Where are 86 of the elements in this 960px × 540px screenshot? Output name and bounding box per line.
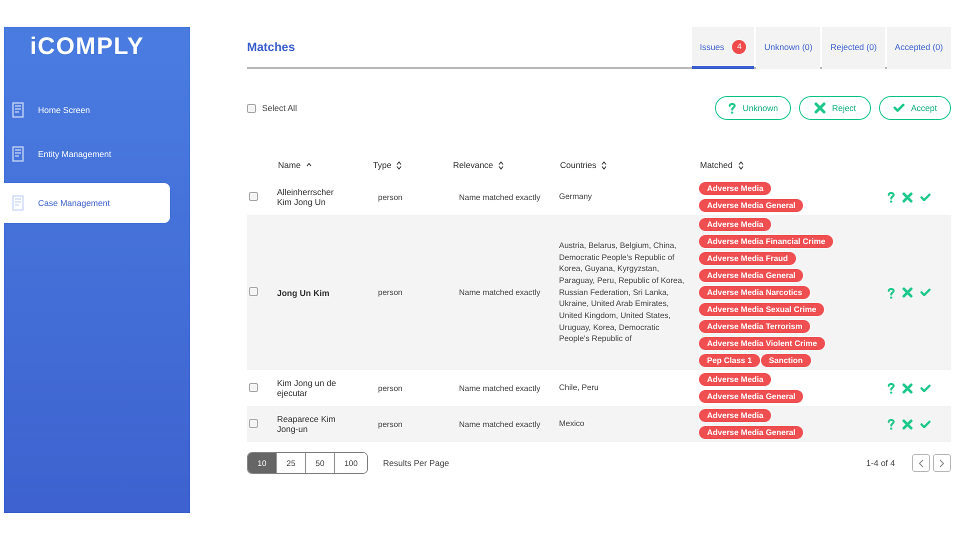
relevance-cell: Name matched exactly [459, 384, 540, 392]
match-tag: Pep Class 1 [699, 354, 760, 367]
chevron-left-icon [918, 458, 924, 468]
row-checkbox[interactable] [249, 418, 258, 428]
match-tag: Adverse Media [699, 409, 772, 422]
select-all-label: Select All [262, 103, 297, 113]
page-title: Matches [247, 40, 296, 54]
reject-button[interactable]: Reject [799, 96, 871, 120]
check-icon [893, 103, 905, 113]
logo: iCOMPLY [29, 33, 146, 62]
sort-icon[interactable] [396, 160, 402, 170]
page-size-label: Results Per Page [383, 458, 450, 468]
match-tag: Adverse Media Terrorism [699, 320, 810, 333]
name-cell-text: Alleinherrscher Kim Jong Un [277, 187, 335, 207]
close-icon [814, 102, 826, 114]
name-cell-text: Jong Un Kim [277, 288, 330, 298]
match-tag: Adverse Media Financial Crime [699, 235, 834, 248]
match-tag: Adverse Media Sexual Crime [699, 303, 824, 316]
document-icon [12, 102, 24, 118]
page-size-button[interactable]: 10 [248, 453, 277, 473]
question-icon [886, 286, 896, 298]
countries-cell-text: Mexico [559, 418, 586, 430]
question-icon [886, 191, 896, 203]
previous-page-button[interactable] [912, 454, 930, 472]
sidebar-item[interactable]: Home Screen [4, 95, 170, 125]
match-tag: Adverse Media [699, 218, 772, 231]
match-tag: Adverse Media [699, 373, 772, 386]
document-icon [12, 146, 24, 162]
close-icon [902, 382, 914, 394]
type-cell: person [378, 420, 402, 428]
match-tag: Adverse Media General [699, 390, 804, 403]
match-tag: Adverse Media General [699, 426, 804, 439]
column-header[interactable]: Name [278, 160, 301, 170]
type-cell: person [378, 288, 402, 297]
document-icon [12, 195, 24, 211]
countries-cell-text: Germany [559, 191, 593, 203]
sort-icon[interactable] [498, 160, 504, 170]
sort-icon[interactable] [601, 160, 608, 170]
relevance-cell: Name matched exactly [459, 420, 540, 428]
sort-icon[interactable] [738, 160, 744, 170]
match-tag: Adverse Media [699, 182, 772, 195]
close-icon [902, 287, 914, 298]
name-cell-text: Reaparece Kim Jong-un [277, 414, 337, 434]
check-icon [920, 384, 932, 392]
sidebar-item[interactable]: Case Management [4, 183, 170, 223]
name-cell-text: Kim Jong un de ejecutar [277, 378, 338, 398]
row-checkbox[interactable] [249, 192, 258, 200]
match-tag: Adverse Media Narcotics [699, 286, 810, 299]
accept-button[interactable]: Accept [879, 96, 951, 120]
question-icon [728, 102, 737, 114]
tab[interactable]: Unknown (0) [756, 27, 820, 69]
result-range: 1-4 of 4 [866, 458, 895, 468]
tab[interactable]: Accepted (0) [886, 27, 951, 69]
chevron-right-icon [939, 458, 945, 468]
column-header[interactable]: Relevance [453, 160, 494, 170]
relevance-cell: Name matched exactly [459, 288, 540, 297]
relevance-cell: Name matched exactly [459, 192, 540, 202]
sidebar-item[interactable]: Entity Management [4, 139, 170, 169]
checkbox[interactable] [247, 104, 256, 112]
tab[interactable]: Rejected (0) [822, 27, 885, 69]
question-icon [886, 418, 896, 430]
check-icon [920, 192, 932, 202]
type-cell: person [378, 384, 402, 392]
column-header[interactable]: Countries [560, 160, 596, 170]
question-icon [886, 382, 896, 394]
column-header[interactable]: Matched [700, 160, 733, 170]
check-icon [920, 288, 932, 297]
countries-cell-text: Chile, Peru [559, 382, 600, 394]
match-tag: Adverse Media General [699, 199, 804, 212]
close-icon [902, 192, 914, 202]
check-icon [920, 420, 932, 428]
countries-cell-text: Austria, Belarus, Belgium, China, Democratic People's Republic of Korea, Guyana, Kyrgyzstan, Paraguay, Peru, Republic of Korea, Russian Federation, Sri Lanka, Ukraine, United Arab Emirates, United Kingdom, United States, Uruguay, Korea, Democratic People's Republic of [559, 240, 686, 346]
row-checkbox[interactable] [249, 382, 258, 392]
close-icon [902, 418, 914, 430]
match-tag: Sanction [760, 354, 811, 367]
match-tag: Adverse Media Fraud [699, 252, 796, 265]
match-tag: Adverse Media General [699, 269, 804, 282]
match-tag: Adverse Media Violent Crime [699, 337, 826, 350]
next-page-button[interactable] [933, 454, 951, 472]
type-cell: person [378, 192, 402, 202]
row-checkbox[interactable] [249, 287, 258, 296]
unknown-button[interactable]: Unknown [715, 96, 791, 120]
tab[interactable]: Issues 4 [692, 27, 754, 69]
column-header[interactable]: Type [373, 160, 392, 170]
sort-ascending-icon[interactable] [306, 162, 312, 168]
count-badge: 4 [732, 40, 746, 54]
